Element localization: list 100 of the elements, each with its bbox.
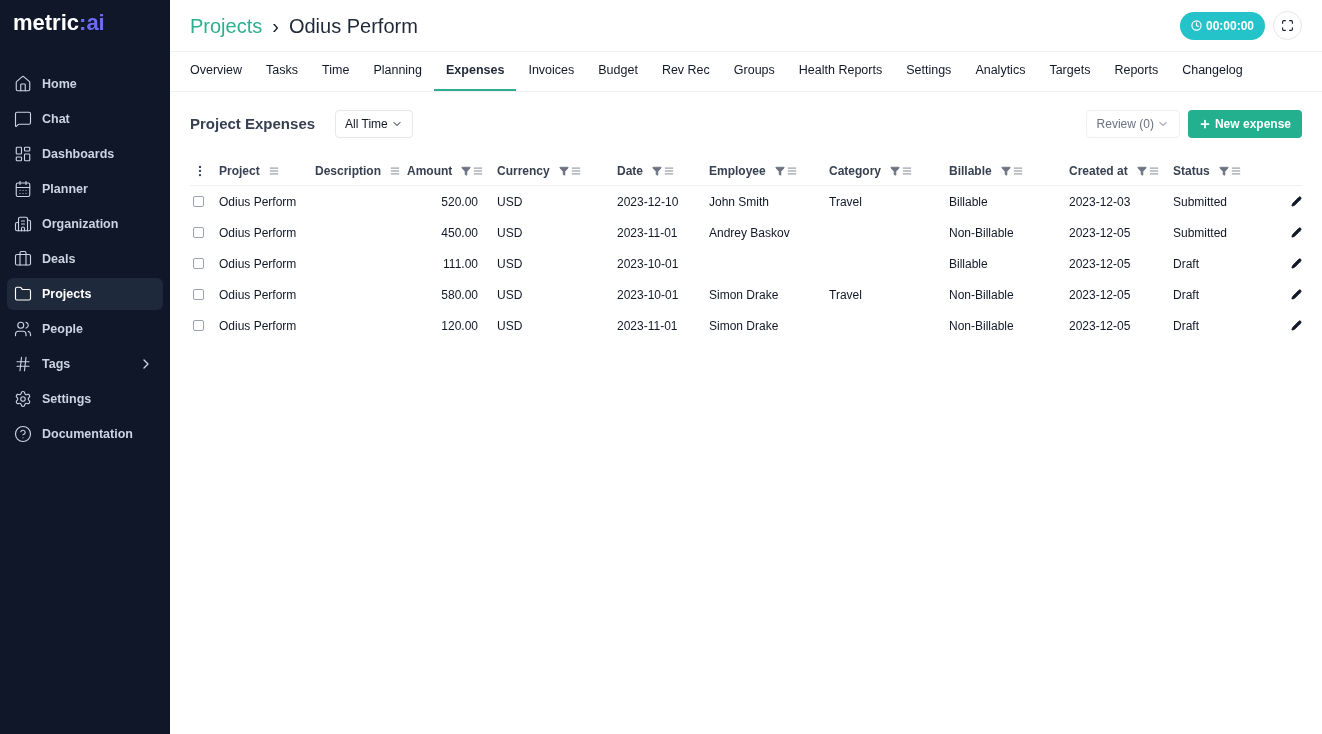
- expand-icon: [1281, 19, 1294, 32]
- column-header[interactable]: Currency: [497, 161, 617, 180]
- edit-icon[interactable]: [1291, 196, 1302, 207]
- column-header[interactable]: Date: [617, 161, 709, 180]
- tab[interactable]: Tasks: [254, 52, 311, 91]
- breadcrumb-separator: ›: [272, 13, 279, 39]
- tab[interactable]: Targets: [1037, 52, 1103, 91]
- filter-icon[interactable]: [1000, 165, 1011, 176]
- tab[interactable]: Expenses: [434, 52, 517, 91]
- table-cell-text: 2023-12-03: [1069, 193, 1131, 211]
- row-checkbox[interactable]: [193, 258, 204, 269]
- column-header[interactable]: Description: [315, 161, 407, 180]
- plus-icon: [1198, 118, 1211, 130]
- folder-icon: [14, 285, 32, 303]
- table-cell-text: 2023-11-01: [617, 224, 678, 242]
- column-header[interactable]: Amount: [407, 161, 497, 180]
- row-checkbox[interactable]: [193, 227, 204, 238]
- people-icon: [14, 320, 32, 338]
- table-cell-text: 2023-12-05: [1069, 224, 1131, 242]
- column-header[interactable]: Project: [219, 161, 315, 180]
- row-checkbox[interactable]: [193, 320, 204, 331]
- table-cell-text: Billable: [949, 255, 988, 273]
- table-cell-text: Odius Perform: [219, 286, 297, 304]
- table-cell-text: Simon Drake: [709, 286, 779, 304]
- sidebar-item[interactable]: Documentation: [7, 418, 163, 450]
- table-cell-text: Non-Billable: [949, 224, 1014, 242]
- table-cell-text: 120.00: [441, 317, 478, 335]
- tab[interactable]: Overview: [178, 52, 255, 91]
- column-header[interactable]: Status: [1173, 161, 1283, 180]
- sidebar-item[interactable]: Home: [7, 68, 163, 100]
- table-cell-text: 111.00: [443, 255, 478, 273]
- building-icon: [14, 215, 32, 233]
- edit-icon[interactable]: [1291, 258, 1302, 269]
- filter-icon[interactable]: [652, 165, 662, 176]
- sidebar-item[interactable]: Projects: [7, 278, 163, 310]
- filter-icon[interactable]: [558, 165, 569, 176]
- logo: metric:ai: [12, 10, 106, 36]
- edit-icon[interactable]: [1291, 320, 1302, 331]
- review-dropdown[interactable]: Review (0): [1085, 110, 1180, 138]
- table-cell-text: Travel: [829, 193, 862, 211]
- sidebar-item[interactable]: Organization: [7, 208, 163, 240]
- tab[interactable]: Rev Rec: [649, 52, 722, 91]
- table-cell-text: 450.00: [441, 224, 478, 242]
- table-cell-text: USD: [497, 317, 523, 335]
- section-title: Project Expenses: [190, 113, 316, 134]
- table-cell-text: USD: [497, 224, 523, 242]
- table-cell-text: Submitted: [1173, 224, 1228, 242]
- table-cell-text: Draft: [1173, 286, 1199, 304]
- settings-icon: [14, 390, 32, 408]
- tab[interactable]: Analytics: [963, 52, 1038, 91]
- table-cell-text: Travel: [829, 286, 862, 304]
- row-checkbox[interactable]: [193, 196, 204, 207]
- table-cell-text: Draft: [1173, 255, 1199, 273]
- sidebar-item[interactable]: Settings: [7, 383, 163, 415]
- filter-icon[interactable]: [461, 165, 472, 176]
- table-cell-text: Odius Perform: [219, 193, 297, 211]
- table-cell-text: 2023-10-01: [617, 286, 679, 304]
- edit-icon[interactable]: [1291, 289, 1302, 300]
- row-checkbox[interactable]: [193, 289, 204, 300]
- sidebar-item[interactable]: Planner: [7, 173, 163, 205]
- tab[interactable]: Planning: [361, 52, 435, 91]
- table-cell-text: 2023-10-01: [617, 255, 679, 273]
- tab[interactable]: Reports: [1102, 52, 1171, 91]
- period-dropdown[interactable]: All Time: [335, 110, 413, 138]
- sidebar-item[interactable]: Chat: [7, 103, 163, 135]
- tab[interactable]: Health Reports: [786, 52, 895, 91]
- table-cell-text: Odius Perform: [219, 255, 297, 273]
- tab[interactable]: Changelog: [1170, 52, 1255, 91]
- table-cell-text: 2023-12-05: [1069, 317, 1131, 335]
- table-cell-text: 520.00: [441, 193, 478, 211]
- sidebar-item[interactable]: Dashboards: [7, 138, 163, 170]
- table-cell-text: 2023-12-05: [1069, 286, 1131, 304]
- table-cell-text: Odius Perform: [219, 317, 297, 335]
- column-header[interactable]: Category: [829, 161, 949, 180]
- tab[interactable]: Groups: [721, 52, 787, 91]
- tab[interactable]: Budget: [586, 52, 650, 91]
- table-cell-text: Non-Billable: [949, 286, 1014, 304]
- sidebar-item[interactable]: Deals: [7, 243, 163, 275]
- table-cell-text: 2023-11-01: [617, 317, 678, 335]
- filter-icon[interactable]: [890, 165, 900, 176]
- table-cell-text: USD: [497, 193, 523, 211]
- table-cell-text: USD: [497, 255, 523, 273]
- column-header[interactable]: Employee: [709, 161, 829, 180]
- sidebar-item[interactable]: People: [7, 313, 163, 345]
- column-header[interactable]: Billable: [949, 161, 1069, 180]
- tab[interactable]: Invoices: [516, 52, 587, 91]
- tab[interactable]: Time: [310, 52, 362, 91]
- help-icon: [14, 425, 32, 443]
- page-title: Odius Perform: [288, 13, 418, 39]
- filter-icon[interactable]: [1218, 165, 1229, 176]
- sidebar-item[interactable]: Tags: [7, 348, 163, 380]
- table-cell-text: Submitted: [1173, 193, 1228, 211]
- briefcase-icon: [14, 250, 32, 268]
- edit-icon[interactable]: [1291, 227, 1302, 238]
- column-header[interactable]: Created at: [1069, 161, 1173, 180]
- filter-icon[interactable]: [1136, 165, 1147, 176]
- tab[interactable]: Settings: [894, 52, 964, 91]
- table-cell-text: Odius Perform: [219, 224, 297, 242]
- table-cell-text: USD: [497, 286, 523, 304]
- filter-icon[interactable]: [774, 165, 785, 176]
